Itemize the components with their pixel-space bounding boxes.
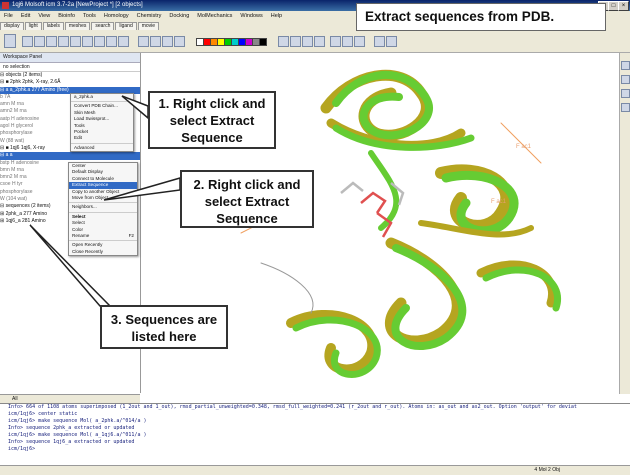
terminal-console[interactable]: Info> 664 of 1108 atoms superimposed (1_…	[0, 403, 630, 466]
callout-pointer-3	[29, 224, 112, 307]
console-line: icm/1qj6> make sequence Mol( a_1qj6.a/^0…	[8, 432, 147, 438]
console-line: icm/1qj6> center static	[8, 411, 78, 417]
console-line: Info> sequence 2phk_a extracted or updat…	[8, 425, 135, 431]
callout-step-3: 3. Sequences are listed here	[100, 305, 228, 349]
callout-pointer-1	[121, 95, 149, 120]
callout-step-1: 1. Right click and select Extract Sequen…	[148, 91, 276, 149]
console-line: icm/1qj6> make sequence Mol( a_2phk.a/^0…	[8, 418, 147, 424]
callout-step-2: 2. Right click and select Extract Sequen…	[180, 170, 314, 228]
tab-all[interactable]: All	[0, 396, 18, 402]
console-prompt[interactable]: icm/1qj6>	[0, 446, 630, 453]
callout-pointer-2	[103, 177, 181, 201]
console-line: Info> 664 of 1108 atoms superimposed (1_…	[8, 404, 577, 410]
console-line: Info> sequence 1qj6_a extracted or updat…	[8, 439, 135, 445]
